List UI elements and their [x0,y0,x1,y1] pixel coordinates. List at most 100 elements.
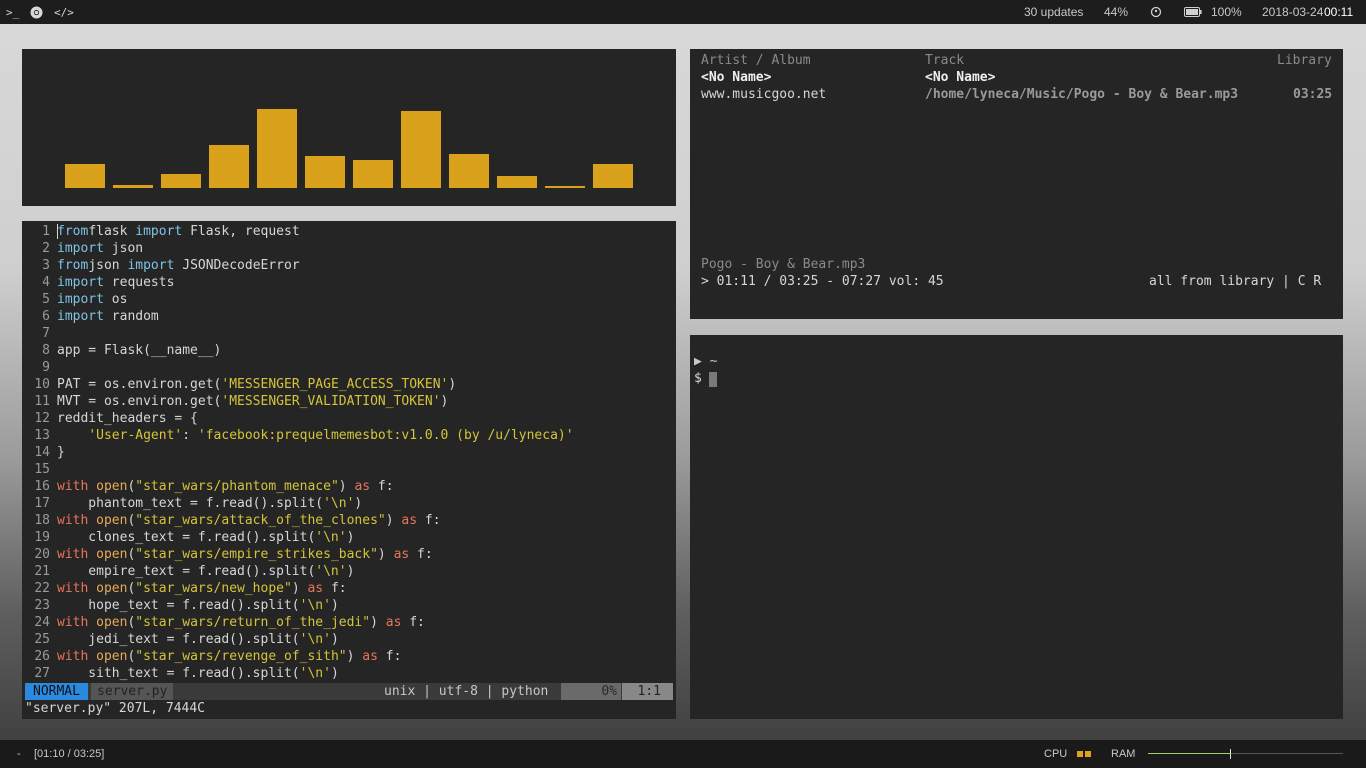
visualizer-bar [545,186,585,188]
code-line[interactable]: 27 sith_text = f.read().split('\n') [22,665,338,682]
vim-scroll-percent: 0% [561,683,621,700]
line-source: sith_text = f.read().split('\n') [57,666,339,681]
code-line[interactable]: 2 import json [22,240,143,257]
line-source: app = Flask(__name__) [57,343,222,358]
line-source: reddit_headers = { [57,411,198,426]
volume-indicator[interactable]: 44% [1104,0,1128,24]
line-number: 22 [34,581,50,596]
line-number: 7 [42,326,50,341]
vim-command-line[interactable]: "server.py" 207L, 7444C [25,700,205,717]
line-source: clones_text = f.read().split('\n') [57,530,355,545]
code-line[interactable]: 11 MVT = os.environ.get('MESSENGER_VALIDA… [22,393,448,410]
line-source: with open("star_wars/return_of_the_jedi"… [57,615,425,630]
line-number: 19 [34,530,50,545]
code-line[interactable]: 4 import requests [22,274,174,291]
library-header[interactable]: Library [1277,52,1332,69]
track-header[interactable]: Track [925,52,964,69]
line-source: import random [57,309,159,324]
line-source: phantom_text = f.read().split('\n') [57,496,363,511]
line-source: with open("star_wars/revenge_of_sith") a… [57,649,402,664]
top-panel: >_ </> 30 updates 44% 100% 2018-03-24 00… [0,0,1366,24]
code-line[interactable]: 3 fromjson import JSONDecodeError [22,257,299,274]
line-source: with open("star_wars/new_hope") as f: [57,581,347,596]
line-number: 16 [34,479,50,494]
code-line[interactable]: 20 with open("star_wars/empire_strikes_ba… [22,546,432,563]
code-line[interactable]: 15 [22,461,50,478]
code-line[interactable]: 12 reddit_headers = { [22,410,198,427]
code-line[interactable]: 8 app = Flask(__name__) [22,342,221,359]
ram-meter [1148,740,1343,768]
cpu-bars [1077,740,1091,768]
code-line[interactable]: 22 with open("star_wars/new_hope") as f: [22,580,346,597]
code-line[interactable]: 26 with open("star_wars/revenge_of_sith")… [22,648,401,665]
vim-statusline: NORMAL server.py unix | utf-8 | python 0… [25,683,673,700]
line-number: 25 [34,632,50,647]
terminal-cursor [709,372,717,387]
vim-editor[interactable]: 1 fromflask import Flask, request 2 import … [22,221,676,719]
code-line[interactable]: 6 import random [22,308,159,325]
code-line[interactable]: 16 with open("star_wars/phantom_menace") … [22,478,393,495]
date-label: 2018-03-24 [1262,5,1324,19]
code-line[interactable]: 18 with open("star_wars/attack_of_the_clo… [22,512,440,529]
code-line[interactable]: 5 import os [22,291,127,308]
audio-visualizer [22,49,676,206]
line-number: 5 [42,292,50,307]
line-number: 15 [34,462,50,477]
music-player[interactable]: Artist / Album Track Library <No Name> <… [690,49,1343,319]
line-source: empire_text = f.read().split('\n') [57,564,355,579]
prompt-directory: ▶ ~ [694,354,718,369]
code-icon[interactable]: </> [54,0,74,24]
track-title[interactable]: <No Name> [925,69,995,86]
code-line[interactable]: 1 fromflask import Flask, request [22,223,299,240]
code-line[interactable]: 25 jedi_text = f.read().split('\n') [22,631,338,648]
code-line[interactable]: 13 'User-Agent': 'facebook:prequelmemesb… [22,427,573,444]
playback-status: > 01:11 / 03:25 - 07:27 vol: 45 [701,274,944,289]
visualizer-bar [449,154,489,188]
cpu-label: CPU [1044,748,1068,760]
line-number: 8 [42,343,50,358]
vim-mode: NORMAL [25,683,88,700]
code-line[interactable]: 14} [22,444,64,461]
track-path[interactable]: /home/lyneca/Music/Pogo - Boy & Bear.mp3 [925,86,1238,103]
visualizer-bar [593,164,633,188]
line-number: 20 [34,547,50,562]
artist-album-header[interactable]: Artist / Album [701,52,811,69]
code-line[interactable]: 10 PAT = os.environ.get('MESSENGER_PAGE_A… [22,376,456,393]
updates-indicator[interactable]: 30 updates [1024,0,1083,24]
terminal-icon[interactable]: >_ [6,0,19,24]
code-line[interactable]: 24 with open("star_wars/return_of_the_jed… [22,614,425,631]
terminal-window[interactable]: ▶ ~ $ [690,335,1343,719]
visualizer-bar [161,174,201,188]
code-line[interactable]: 23 hope_text = f.read().split('\n') [22,597,338,614]
playback-mode: all from library | C R [1149,274,1322,289]
line-source: 'User-Agent': 'facebook:prequelmemesbot:… [88,428,574,443]
chrome-icon[interactable] [30,0,43,24]
code-line[interactable]: 19 clones_text = f.read().split('\n') [22,529,354,546]
vim-cursor-position: 1:1 [622,683,673,700]
line-number: 1 [42,224,50,239]
code-line[interactable]: 7 [22,325,50,342]
code-line[interactable]: 21 empire_text = f.read().split('\n') [22,563,354,580]
line-number: 13 [34,428,50,443]
visualizer-bar [209,145,249,188]
mpd-dash: - [17,748,21,760]
brightness-icon [1150,0,1162,24]
code-line[interactable]: 9 [22,359,50,376]
line-number: 18 [34,513,50,528]
vim-fileinfo: unix | utf-8 | python [384,684,549,699]
line-source: import json [57,241,144,256]
prompt-symbol: $ [694,371,702,386]
line-number: 11 [34,394,50,409]
line-number: 6 [42,309,50,324]
vim-filename: server.py [91,683,174,700]
clock-label: 00:11 [1324,5,1354,19]
visualizer-bar [353,160,393,188]
mpd-track-time[interactable]: [01:10 / 03:25] [34,740,104,768]
line-number: 24 [34,615,50,630]
artist-item[interactable]: <No Name> [701,69,771,86]
code-line[interactable]: 17 phantom_text = f.read().split('\n') [22,495,362,512]
line-number: 21 [34,564,50,579]
album-item[interactable]: www.musicgoo.net [701,86,826,103]
line-source: with open("star_wars/attack_of_the_clone… [57,513,441,528]
line-number: 27 [34,666,50,681]
